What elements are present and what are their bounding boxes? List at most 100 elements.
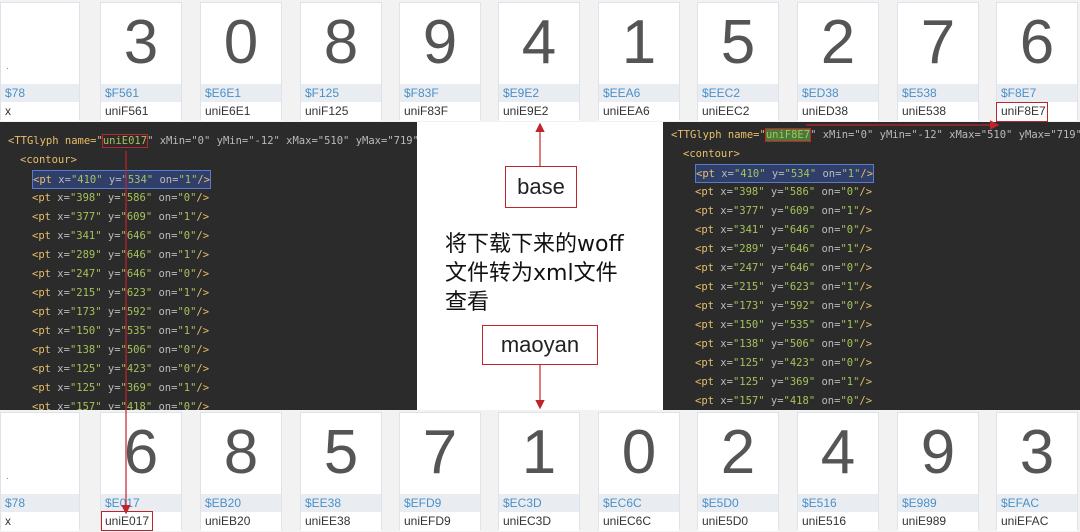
glyph-cell[interactable]: 6 $E017 uniE017 — [100, 412, 182, 531]
pt-x-attr: x= — [720, 319, 733, 331]
glyph-name: uniE516 — [798, 512, 878, 531]
pt-line[interactable]: <pt x="398" y="586" on="0"/> — [32, 189, 209, 208]
pt-line[interactable]: <pt x="215" y="623" on="1"/> — [695, 278, 872, 297]
glyph-cell[interactable]: 6 $F8E7 uniF8E7 — [996, 2, 1078, 121]
glyph-cell[interactable]: . $78 x — [0, 2, 80, 121]
pt-on-value: "1" — [177, 249, 197, 261]
pt-close: /> — [196, 287, 210, 299]
glyph-cell[interactable]: 1 $EEA6 uniEEA6 — [598, 2, 680, 121]
pt-tag: <pt — [32, 382, 58, 394]
pt-close: /> — [196, 363, 210, 375]
glyph-cell[interactable]: 5 $EE38 uniEE38 — [300, 412, 382, 531]
glyph-cell[interactable]: 2 $E5D0 uniE5D0 — [697, 412, 779, 531]
glyph-cell[interactable]: 3 $F561 uniF561 — [100, 2, 182, 121]
glyph-code: $EE38 — [301, 494, 381, 512]
glyph-char: 4 — [820, 418, 856, 487]
pt-x-value: "377" — [69, 211, 102, 223]
pt-line[interactable]: <pt x="398" y="586" on="0"/> — [695, 183, 872, 202]
pt-x-attr: x= — [57, 401, 70, 410]
pt-on-attr: on= — [153, 174, 179, 186]
pt-on-value: "1" — [177, 211, 197, 223]
base-xml-code-panel[interactable]: <TTGlyph name="uniE017" xMin="0" yMin="-… — [0, 122, 417, 410]
glyph-code: $EB20 — [201, 494, 281, 512]
pt-x-attr: x= — [57, 192, 70, 204]
pt-x-value: "173" — [732, 300, 765, 312]
pt-line[interactable]: <pt x="157" y="418" on="0"/> — [32, 398, 209, 410]
pt-line[interactable]: <pt x="289" y="646" on="1"/> — [695, 240, 872, 259]
pt-x-attr: x= — [720, 243, 733, 255]
pt-y-attr: y= — [101, 287, 121, 299]
pt-y-attr: y= — [765, 168, 785, 180]
ttglyph-line[interactable]: <TTGlyph name="uniF8E7" xMin="0" yMin="-… — [671, 126, 1080, 145]
glyph-cell[interactable]: 7 $E538 uniE538 — [897, 2, 979, 121]
pt-close: /> — [196, 325, 210, 337]
glyph-code: $EEA6 — [599, 84, 679, 102]
glyph-cell[interactable]: 1 $EC3D uniEC3D — [498, 412, 580, 531]
pt-line[interactable]: <pt x="173" y="592" on="0"/> — [32, 303, 209, 322]
pt-y-attr: y= — [764, 243, 784, 255]
pt-x-value: "377" — [732, 205, 765, 217]
glyph-cell[interactable]: 9 $F83F uniF83F — [399, 2, 481, 121]
glyph-cell[interactable]: 4 $E9E2 uniE9E2 — [498, 2, 580, 121]
glyph-char: 5 — [323, 418, 359, 487]
glyph-code: $E6E1 — [201, 84, 281, 102]
pt-line[interactable]: <pt x="150" y="535" on="1"/> — [32, 322, 209, 341]
glyph-char: 4 — [521, 8, 557, 77]
maoyan-xml-code-panel[interactable]: <TTGlyph name="uniF8E7" xMin="0" yMin="-… — [663, 122, 1080, 410]
pt-on-value: "0" — [840, 224, 860, 236]
pt-tag: <pt — [32, 325, 58, 337]
pt-line[interactable]: <pt x="341" y="646" on="0"/> — [695, 221, 872, 240]
pt-line[interactable]: <pt x="125" y="423" on="0"/> — [695, 354, 872, 373]
pt-line[interactable]: <pt x="247" y="646" on="0"/> — [695, 259, 872, 278]
pt-x-value: "247" — [732, 262, 765, 274]
glyph-name: uniEC3D — [499, 512, 579, 531]
pt-line[interactable]: <pt x="215" y="623" on="1"/> — [32, 284, 209, 303]
pt-line[interactable]: <pt x="377" y="609" on="1"/> — [32, 208, 209, 227]
glyph-cell[interactable]: 5 $EEC2 uniEEC2 — [697, 2, 779, 121]
pt-line[interactable]: <pt x="289" y="646" on="1"/> — [32, 246, 209, 265]
pt-line[interactable]: <pt x="247" y="646" on="0"/> — [32, 265, 209, 284]
pt-line[interactable]: <pt x="138" y="506" on="0"/> — [32, 341, 209, 360]
glyph-cell[interactable]: 3 $EFAC uniEFAC — [996, 412, 1078, 531]
pt-on-attr: on= — [816, 168, 842, 180]
pt-on-value: "0" — [177, 401, 197, 410]
glyph-preview: 6 — [997, 3, 1077, 83]
pt-line[interactable]: <pt x="125" y="423" on="0"/> — [32, 360, 209, 379]
pt-line[interactable]: <pt x="410" y="534" on="1"/> — [32, 170, 212, 189]
glyph-cell[interactable]: 2 $ED38 uniED38 — [797, 2, 879, 121]
pt-x-value: "398" — [732, 186, 765, 198]
pt-tag: <pt — [695, 281, 721, 293]
glyph-cell[interactable]: 0 $E6E1 uniE6E1 — [200, 2, 282, 121]
pt-line[interactable]: <pt x="410" y="534" on="1"/> — [695, 164, 875, 183]
pt-y-attr: y= — [764, 357, 784, 369]
ttglyph-line[interactable]: <TTGlyph name="uniE017" xMin="0" yMin="-… — [8, 132, 417, 151]
pt-line[interactable]: <pt x="125" y="369" on="1"/> — [32, 379, 209, 398]
pt-line[interactable]: <pt x="138" y="506" on="0"/> — [695, 335, 872, 354]
glyph-cell[interactable]: 8 $F125 uniF125 — [300, 2, 382, 121]
pt-tag: <pt — [32, 287, 58, 299]
contour-line[interactable]: <contour> — [683, 145, 740, 164]
pt-line[interactable]: <pt x="341" y="646" on="0"/> — [32, 227, 209, 246]
glyph-char: 2 — [720, 418, 756, 487]
pt-y-attr: y= — [101, 306, 121, 318]
pt-on-attr: on= — [152, 249, 178, 261]
pt-close: /> — [859, 376, 873, 388]
pt-line[interactable]: <pt x="173" y="592" on="0"/> — [695, 297, 872, 316]
glyph-code: $F561 — [101, 84, 181, 102]
pt-line[interactable]: <pt x="150" y="535" on="1"/> — [695, 316, 872, 335]
pt-line[interactable]: <pt x="377" y="609" on="1"/> — [695, 202, 872, 221]
pt-line[interactable]: <pt x="157" y="418" on="0"/> — [695, 392, 872, 410]
glyph-char: 9 — [920, 418, 956, 487]
pt-y-attr: y= — [101, 211, 121, 223]
contour-line[interactable]: <contour> — [20, 151, 77, 170]
pt-close: /> — [196, 249, 210, 261]
glyph-cell[interactable]: 0 $EC6C uniEC6C — [598, 412, 680, 531]
pt-on-value: "0" — [840, 186, 860, 198]
glyph-cell[interactable]: 7 $EFD9 uniEFD9 — [399, 412, 481, 531]
pt-close: /> — [196, 382, 210, 394]
glyph-cell[interactable]: . $78 x — [0, 412, 80, 531]
glyph-cell[interactable]: 9 $E989 uniE989 — [897, 412, 979, 531]
glyph-cell[interactable]: 8 $EB20 uniEB20 — [200, 412, 282, 531]
glyph-cell[interactable]: 4 $E516 uniE516 — [797, 412, 879, 531]
pt-line[interactable]: <pt x="125" y="369" on="1"/> — [695, 373, 872, 392]
